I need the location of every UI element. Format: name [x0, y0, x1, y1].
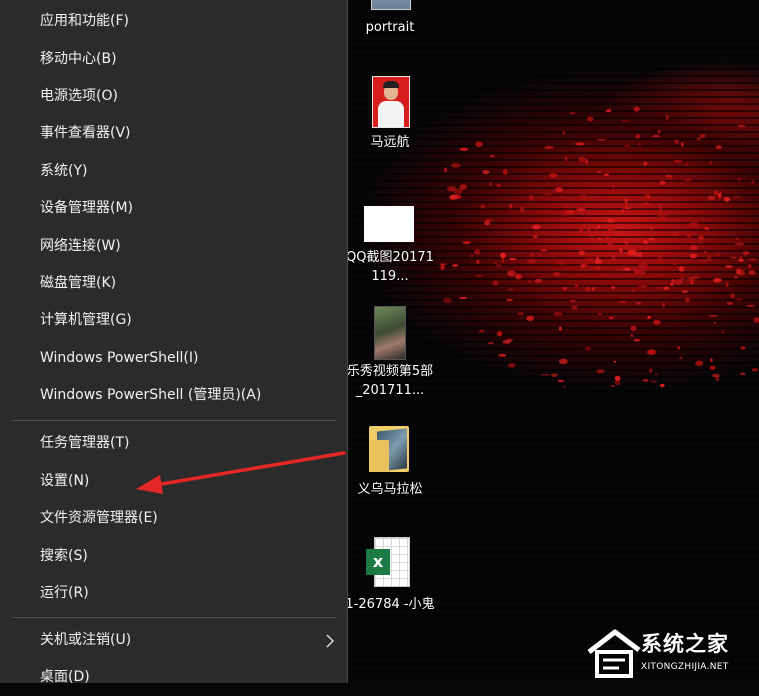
menu-item-task-manager[interactable]: 任务管理器(T) [0, 425, 347, 462]
menu-item-network-connections[interactable]: 网络连接(W) [0, 228, 347, 265]
menu-item-label: 事件查看器(V) [40, 125, 131, 141]
menu-item-label: 关机或注销(U) [40, 632, 132, 648]
menu-item-label: 电源选项(O) [40, 88, 118, 104]
video-file-icon [374, 306, 406, 360]
menu-item-label: 应用和功能(F) [40, 13, 129, 29]
menu-item-label: 磁盘管理(K) [40, 275, 117, 291]
watermark-url: XITONGZHIJIA.NET [641, 662, 729, 672]
menu-item-label: 网络连接(W) [40, 238, 121, 254]
menu-item-label: 系统(Y) [40, 163, 88, 179]
menu-separator [12, 420, 336, 421]
desktop-icon-label: 马远航 [370, 135, 410, 150]
menu-item-computer-management[interactable]: 计算机管理(G) [0, 302, 347, 339]
menu-item-label: 文件资源管理器(E) [40, 510, 158, 526]
menu-item-label: 搜索(S) [40, 548, 88, 564]
menu-item-event-viewer[interactable]: 事件查看器(V) [0, 115, 347, 152]
menu-item-windows-powershell-admin[interactable]: Windows PowerShell (管理员)(A) [0, 377, 347, 414]
desktop-icon-ma-yuanhang[interactable]: 马远航 [345, 74, 435, 154]
menu-item-system[interactable]: 系统(Y) [0, 153, 347, 190]
menu-item-label: Windows PowerShell(I) [40, 350, 199, 366]
chevron-right-icon [325, 622, 335, 659]
excel-file-icon: x [366, 537, 410, 587]
watermark-logo: 系统之家 XITONGZHIJIA.NET [585, 626, 759, 683]
photo-file-icon [372, 76, 410, 128]
menu-item-label: 设备管理器(M) [40, 200, 134, 216]
folder-icon [369, 426, 411, 472]
menu-item-shutdown-or-sign-out[interactable]: 关机或注销(U) [0, 622, 347, 659]
menu-item-label: 计算机管理(G) [40, 312, 132, 328]
menu-item-mobility-center[interactable]: 移动中心(B) [0, 41, 347, 78]
menu-item-label: 移动中心(B) [40, 51, 117, 67]
menu-item-label: Windows PowerShell (管理员)(A) [40, 387, 262, 403]
menu-item-run[interactable]: 运行(R) [0, 575, 347, 612]
desktop-icon-label: 义乌马拉松 [357, 482, 423, 497]
menu-item-settings[interactable]: 设置(N) [0, 463, 347, 500]
menu-item-disk-management[interactable]: 磁盘管理(K) [0, 265, 347, 302]
desktop-icon-label: portrait [365, 20, 415, 35]
winx-power-user-menu: 应用和功能(F) 移动中心(B) 电源选项(O) 事件查看器(V) 系统(Y) … [0, 0, 348, 685]
menu-item-label: 任务管理器(T) [40, 435, 130, 451]
image-file-icon [371, 0, 411, 10]
desktop-icon-excel-file[interactable]: x 1-26784 -小鬼 [345, 535, 435, 635]
menu-item-apps-and-features[interactable]: 应用和功能(F) [0, 3, 347, 40]
desktop-icon-qq-screenshot[interactable]: QQ截图20171119... [345, 204, 435, 294]
image-file-icon [364, 206, 414, 242]
desktop-icon-label: 乐秀视频第5部_201711... [346, 364, 434, 398]
menu-item-search[interactable]: 搜索(S) [0, 538, 347, 575]
desktop-icon-label: QQ截图20171119... [346, 250, 434, 284]
desktop-icon-video[interactable]: 乐秀视频第5部_201711... [345, 304, 435, 404]
menu-item-desktop[interactable]: 桌面(D) [0, 659, 347, 696]
watermark-title: 系统之家 [641, 632, 729, 656]
menu-item-windows-powershell[interactable]: Windows PowerShell(I) [0, 340, 347, 377]
menu-item-device-manager[interactable]: 设备管理器(M) [0, 190, 347, 227]
menu-item-power-options[interactable]: 电源选项(O) [0, 78, 347, 115]
desktop-icon-label: 1-26784 -小鬼 [345, 597, 435, 612]
menu-separator [12, 617, 336, 618]
desktop-icon-portrait[interactable]: portrait [345, 0, 435, 40]
desktop-icon-yiwu-marathon[interactable]: 义乌马拉松 [345, 422, 435, 502]
menu-item-label: 运行(R) [40, 585, 89, 601]
menu-item-label: 设置(N) [40, 473, 90, 489]
house-logo-icon [587, 629, 641, 678]
menu-item-file-explorer[interactable]: 文件资源管理器(E) [0, 500, 347, 537]
